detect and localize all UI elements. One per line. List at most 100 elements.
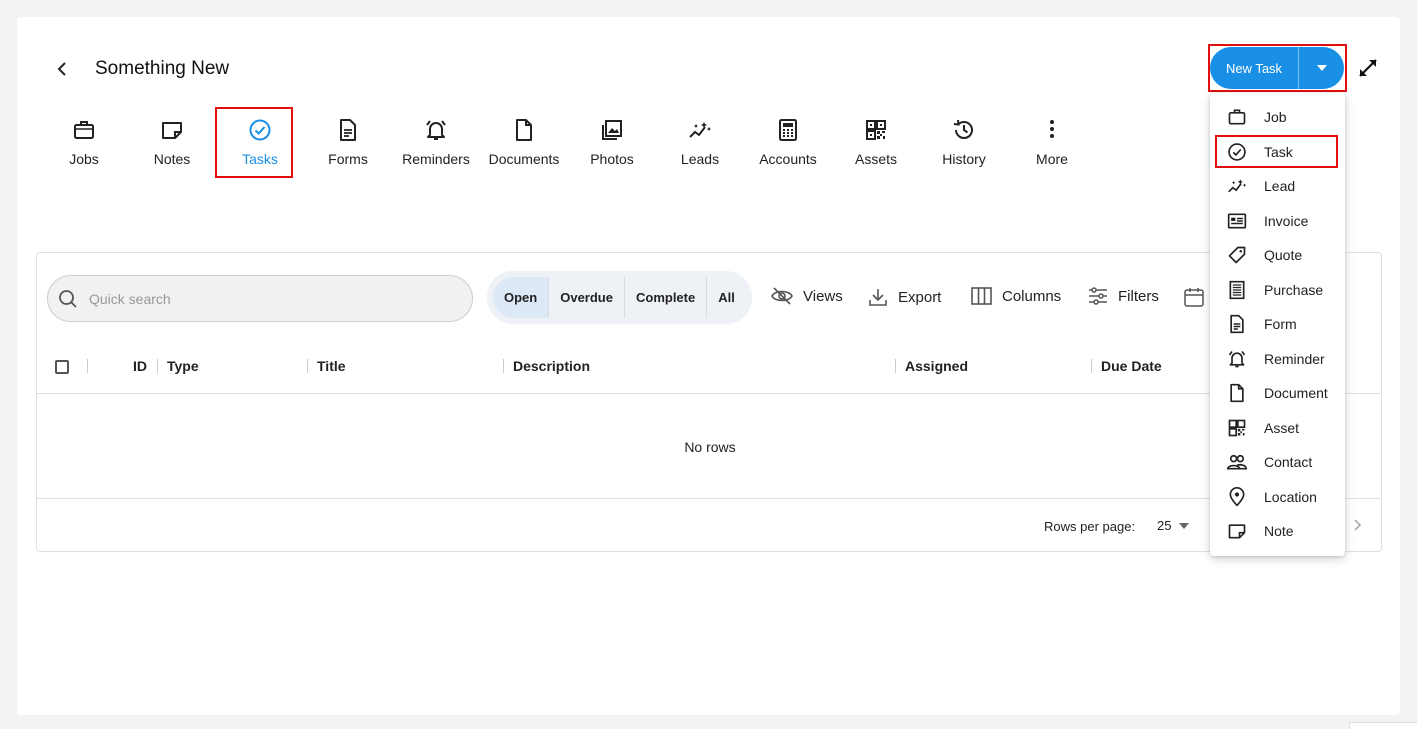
tab-jobs[interactable]: Jobs [40,118,128,167]
tab-documents[interactable]: Documents [480,118,568,167]
menu-item-label: Document [1264,385,1328,402]
tab-label: Leads [680,151,720,167]
status-filter-group: Open Overdue Complete All [487,271,752,324]
filter-complete[interactable]: Complete [625,277,708,318]
new-task-split-button: New Task [1210,47,1344,89]
new-task-button[interactable]: New Task [1210,61,1298,76]
menu-item-asset[interactable]: Asset [1210,411,1345,446]
tab-tasks[interactable]: Tasks [216,118,304,167]
menu-item-label: Reminder [1264,350,1325,367]
columns-icon [971,287,992,305]
expand-button[interactable] [1357,57,1379,79]
filters-label: Filters [1118,287,1159,305]
search-icon [59,289,77,308]
column-header-due-date[interactable]: Due Date [1101,358,1162,374]
location-pin-icon [1229,486,1245,507]
tab-label: Documents [488,151,560,167]
columns-button[interactable]: Columns [971,287,1061,305]
column-header-title[interactable]: Title [317,358,346,374]
rows-per-page-label: Rows per page: [1044,519,1136,534]
select-all-checkbox[interactable] [55,360,69,374]
download-icon [869,289,887,306]
column-separator [503,359,504,373]
column-header-assigned[interactable]: Assigned [905,358,968,374]
menu-item-reminder[interactable]: Reminder [1210,342,1345,377]
menu-item-note[interactable]: Note [1210,514,1345,549]
menu-item-label: Note [1264,523,1294,540]
tab-label: Notes [153,151,191,167]
tab-label: Tasks [242,151,278,167]
tab-label: Assets [854,151,897,167]
menu-item-job[interactable]: Job [1210,100,1345,135]
column-header-description[interactable]: Description [513,358,590,374]
alarm-icon [1228,350,1246,368]
menu-item-document[interactable]: Document [1210,376,1345,411]
column-separator [87,359,88,373]
new-item-dropdown-menu: Job Task Lead Invoice Quote Purchase For… [1210,93,1345,556]
history-icon [953,119,973,139]
tab-label: Photos [590,151,634,167]
tab-label: Reminders [402,151,470,167]
menu-item-quote[interactable]: Quote [1210,238,1345,273]
menu-item-label: Job [1264,109,1287,126]
menu-item-label: Location [1264,488,1317,505]
tab-reminders[interactable]: Reminders [392,118,480,167]
menu-item-location[interactable]: Location [1210,480,1345,515]
check-circle-icon [249,119,271,141]
tab-label: Forms [328,151,368,167]
corner-widget [1349,722,1417,729]
chevron-left-icon [57,62,66,76]
tab-photos[interactable]: Photos [568,118,656,167]
menu-item-invoice[interactable]: Invoice [1210,204,1345,239]
calculator-icon [779,119,797,141]
form-icon [1230,315,1244,334]
menu-item-label: Lead [1264,178,1296,195]
quick-search [47,275,473,322]
filter-all[interactable]: All [707,277,746,318]
columns-label: Columns [1002,287,1062,305]
menu-item-lead[interactable]: Lead [1210,169,1345,204]
check-circle-icon [1228,143,1246,161]
qr-code-icon [866,120,886,140]
back-button[interactable] [52,58,72,80]
menu-item-label: Contact [1264,454,1313,471]
filter-overdue[interactable]: Overdue [549,277,625,318]
table-footer: Rows per page: 25 [37,498,1381,552]
new-task-dropdown-button[interactable] [1299,47,1344,89]
rows-per-page-value: 25 [1157,518,1172,533]
tab-more[interactable]: More [1008,118,1096,167]
tab-label: History [942,151,986,167]
briefcase-icon [74,121,94,139]
note-icon [1228,524,1246,539]
views-button[interactable]: Views [771,287,843,305]
filters-button[interactable]: Filters [1088,287,1159,305]
rows-per-page-select[interactable]: 25 [1157,518,1190,533]
tab-history[interactable]: History [920,118,1008,167]
menu-item-label: Invoice [1264,212,1309,229]
export-button[interactable]: Export [868,287,941,307]
column-separator [157,359,158,373]
next-page-icon[interactable] [1354,519,1362,531]
column-header-type[interactable]: Type [167,358,199,374]
column-header-id[interactable]: ID [133,358,147,374]
tab-leads[interactable]: Leads [656,118,744,167]
filter-open[interactable]: Open [493,277,550,318]
expand-icon [1359,59,1377,77]
briefcase-icon [1228,109,1246,125]
tab-assets[interactable]: Assets [832,118,920,167]
menu-item-task[interactable]: Task [1210,135,1345,170]
tab-accounts[interactable]: Accounts [744,118,832,167]
column-separator [307,359,308,373]
invoice-icon [1227,213,1247,229]
views-label: Views [803,287,843,305]
tab-label: Jobs [69,151,99,167]
more-vertical-icon [1050,120,1054,138]
menu-item-purchase[interactable]: Purchase [1210,273,1345,308]
leads-icon [689,122,711,138]
tab-notes[interactable]: Notes [128,118,216,167]
search-input[interactable] [89,290,429,307]
receipt-icon [1229,280,1245,299]
tab-forms[interactable]: Forms [304,118,392,167]
menu-item-form[interactable]: Form [1210,307,1345,342]
menu-item-contact[interactable]: Contact [1210,445,1345,480]
